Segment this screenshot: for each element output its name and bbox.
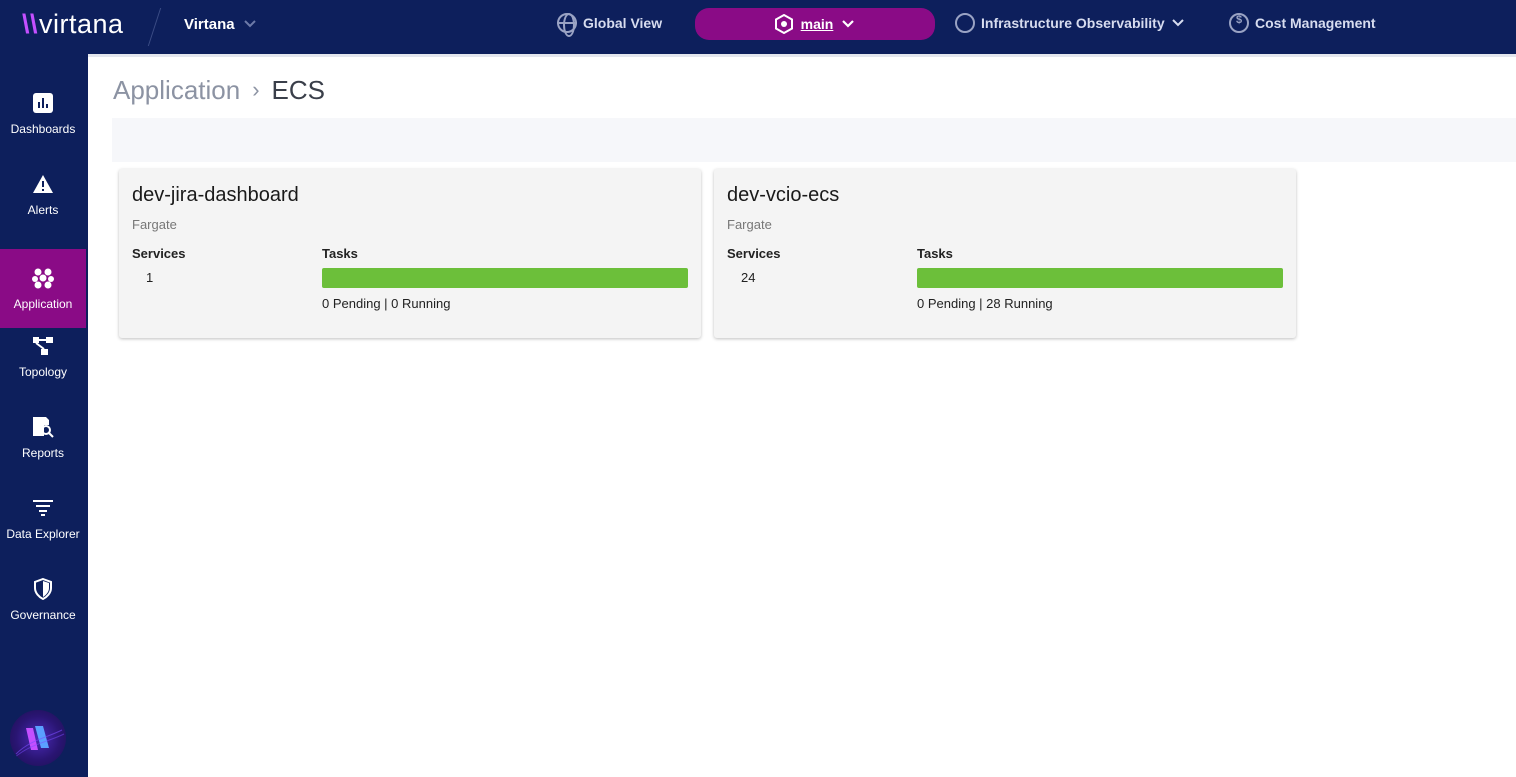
nav-cost-label: Cost Management bbox=[1255, 15, 1376, 31]
sidebar-item-topology[interactable]: Topology bbox=[0, 317, 86, 396]
breadcrumb-parent[interactable]: Application bbox=[113, 75, 240, 106]
sidebar-item-data-explorer[interactable]: Data Explorer bbox=[0, 479, 86, 558]
virtana-logo-icon bbox=[10, 710, 66, 766]
shield-icon bbox=[32, 577, 54, 600]
sidebar-item-governance[interactable]: Governance bbox=[0, 560, 86, 639]
services-count: 1 bbox=[146, 270, 154, 285]
chevron-down-icon bbox=[243, 20, 256, 28]
warning-icon bbox=[32, 173, 54, 195]
sidebar: Dashboards Alerts Application Topology R… bbox=[0, 54, 88, 777]
tasks-label: Tasks bbox=[917, 246, 953, 261]
aperture-icon bbox=[955, 13, 975, 33]
services-label: Services bbox=[132, 246, 186, 261]
top-bar: \\ virtana Virtana Global View main Infra… bbox=[0, 0, 1516, 54]
cluster-launch-type: Fargate bbox=[132, 217, 177, 232]
tasks-label: Tasks bbox=[322, 246, 358, 261]
breadcrumb-current: ECS bbox=[271, 74, 325, 105]
cluster-card[interactable]: dev-vcio-ecs Fargate Services 24 Tasks 0… bbox=[714, 169, 1296, 338]
brand-mark-icon: \\ bbox=[22, 8, 39, 39]
tasks-progress-bar bbox=[322, 268, 688, 288]
environment-name: main bbox=[800, 16, 834, 32]
nav-cost-management[interactable]: Cost Management bbox=[1229, 12, 1376, 34]
nav-infra-label: Infrastructure Observability bbox=[981, 15, 1165, 31]
tasks-summary: 0 Pending | 28 Running bbox=[917, 296, 1053, 311]
cost-gear-icon bbox=[1229, 13, 1249, 33]
sidebar-item-label: Data Explorer bbox=[6, 526, 80, 541]
report-search-icon bbox=[32, 416, 54, 438]
nav-global-view-label: Global View bbox=[583, 15, 663, 31]
breadcrumb: Application › ECS bbox=[113, 74, 325, 106]
sidebar-item-alerts[interactable]: Alerts bbox=[0, 155, 86, 234]
tenant-selector[interactable]: Virtana bbox=[184, 14, 257, 34]
tasks-progress-fill bbox=[322, 268, 688, 288]
nav-infrastructure-observability[interactable]: Infrastructure Observability bbox=[955, 12, 1185, 34]
brand-separator bbox=[147, 8, 162, 46]
sidebar-item-reports[interactable]: Reports bbox=[0, 398, 86, 477]
tasks-progress-bar bbox=[917, 268, 1283, 288]
services-count: 24 bbox=[741, 270, 756, 285]
brand-logo[interactable]: \\ virtana bbox=[22, 8, 124, 40]
sidebar-item-label: Dashboards bbox=[10, 121, 76, 136]
chevron-down-icon bbox=[1171, 19, 1184, 27]
globe-icon bbox=[557, 13, 577, 37]
services-label: Services bbox=[727, 246, 781, 261]
header-divider bbox=[88, 54, 1516, 57]
filter-bar bbox=[112, 118, 1516, 162]
tasks-progress-fill bbox=[917, 268, 1283, 288]
cluster-name: dev-vcio-ecs bbox=[727, 184, 840, 206]
cluster-name: dev-jira-dashboard bbox=[132, 184, 299, 206]
topology-icon bbox=[32, 335, 54, 357]
filter-lines-icon bbox=[32, 497, 54, 519]
environment-selector[interactable]: main bbox=[695, 8, 935, 40]
sidebar-item-label: Reports bbox=[21, 445, 65, 460]
tenant-name: Virtana bbox=[184, 15, 235, 33]
hexagon-icon bbox=[774, 14, 793, 34]
bar-chart-icon bbox=[32, 92, 54, 114]
sidebar-item-label: Alerts bbox=[27, 202, 59, 217]
cluster-card[interactable]: dev-jira-dashboard Fargate Services 1 Ta… bbox=[119, 169, 701, 338]
nav-global-view[interactable]: Global View bbox=[557, 12, 663, 37]
sidebar-item-label: Topology bbox=[18, 364, 68, 379]
sidebar-item-label: Application bbox=[13, 296, 73, 311]
sidebar-item-dashboards[interactable]: Dashboards bbox=[0, 74, 86, 153]
tasks-summary: 0 Pending | 0 Running bbox=[322, 296, 451, 311]
chevron-down-icon bbox=[842, 20, 855, 28]
breadcrumb-separator: › bbox=[252, 77, 260, 102]
sidebar-item-label: Governance bbox=[10, 607, 76, 622]
cluster-launch-type: Fargate bbox=[727, 217, 772, 232]
brand-name: virtana bbox=[39, 8, 124, 39]
hexagons-icon bbox=[32, 267, 54, 289]
